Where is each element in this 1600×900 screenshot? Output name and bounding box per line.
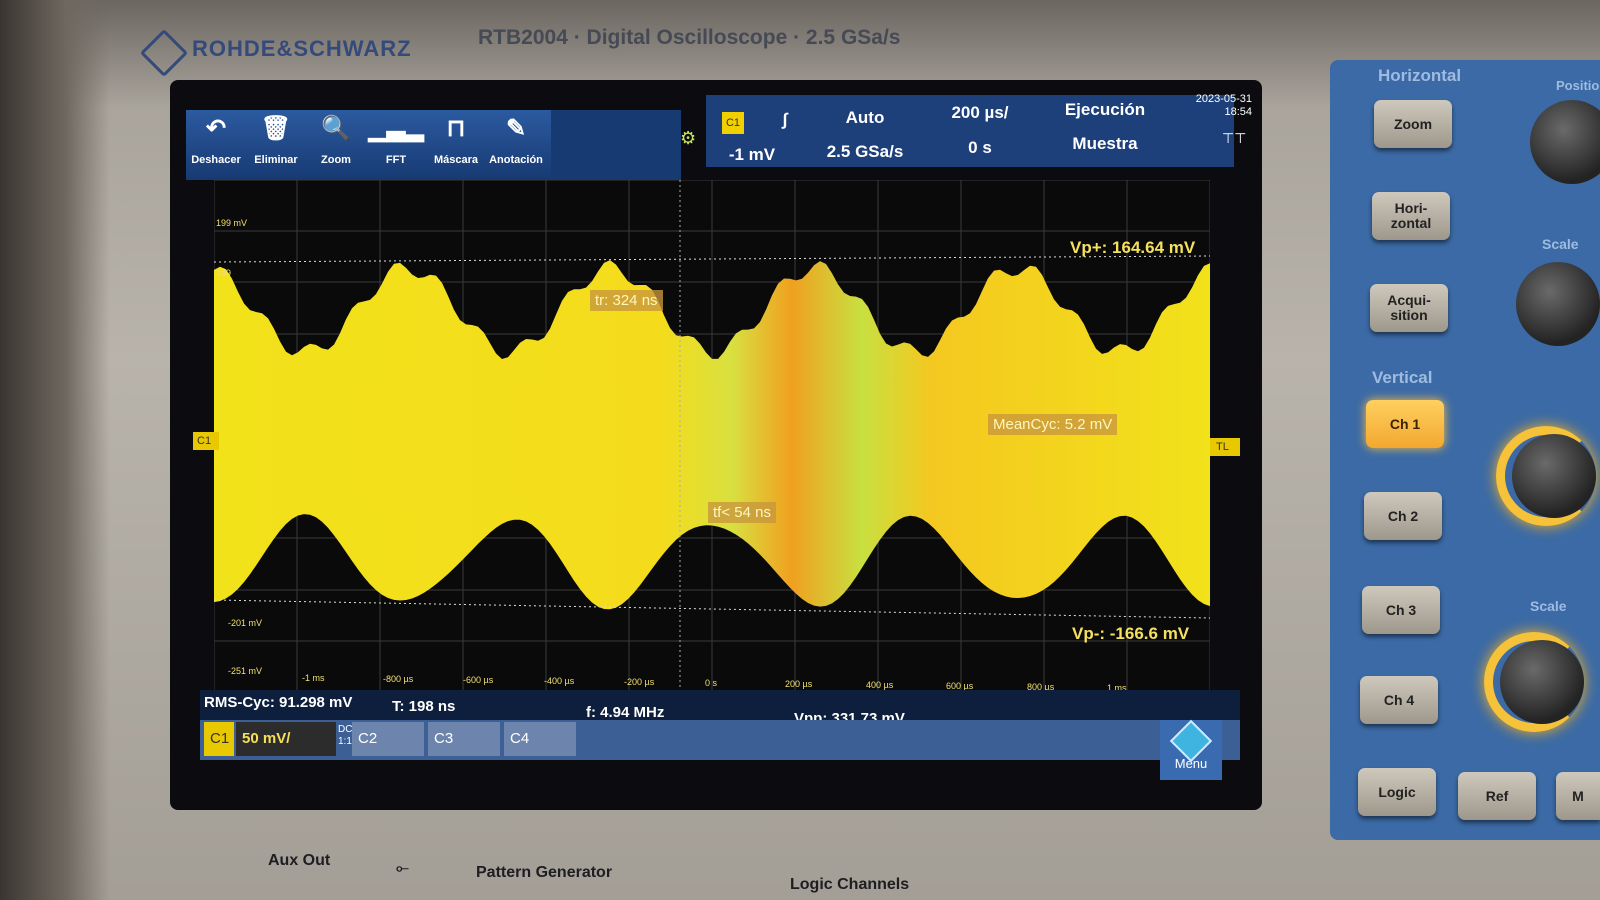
period-measurement[interactable]: T: 198 ns [392,698,455,715]
math-key[interactable]: M [1556,772,1600,820]
x-tick-label: -400 µs [544,676,575,686]
x-tick-label: -1 ms [302,673,325,683]
annotation-button[interactable]: ✎ Anotación [486,110,546,180]
model-title: RTB2004 · Digital Oscilloscope · 2.5 GSa… [478,26,901,49]
mean-readout: MeanCyc: 5.2 mV [988,414,1118,435]
position-title: Position [1556,78,1600,93]
delete-label: Eliminar [254,154,298,166]
channel-3-key[interactable]: Ch 3 [1362,586,1440,634]
menu-button[interactable]: Menu [1160,719,1222,780]
toolbar: ↶ Deshacer 🗑 Eliminar 🔍 Zoom ▁▃▂ FFT ⊓ M… [186,110,551,180]
pencil-icon: ✎ [505,115,527,142]
probe-ratio: 1:1 [338,736,352,747]
channel-1-tab[interactable]: C1 [204,722,234,756]
channel-1-coupling: DC 1:1 [338,724,352,748]
toolbar-spacer [551,110,681,180]
x-tick-label: 400 µs [866,680,894,690]
trash-icon: 🗑 [260,115,292,142]
trigger-slope-icon[interactable]: ∫ [770,110,800,130]
y-label-upper: 149 [216,268,232,278]
y-label-top: 199 mV [216,218,248,228]
delete-button[interactable]: 🗑 Eliminar [246,110,306,180]
channel-2-key[interactable]: Ch 2 [1364,492,1442,540]
run-state[interactable]: Ejecución [1045,100,1165,120]
acquisition-key[interactable]: Acqui- sition [1370,284,1448,332]
zoom-label: Zoom [321,154,351,166]
coupling-label: DC [338,724,353,735]
mask-icon: ⊓ [446,115,466,142]
channel-1-scale[interactable]: 50 mV/ [236,722,336,756]
trigger-mode[interactable]: Auto [810,108,920,128]
horizontal-scale-title: Scale [1542,236,1579,252]
horizontal-key[interactable]: Hori- zontal [1372,192,1450,240]
channel-offset-marker[interactable]: C1 [193,432,219,450]
channel-4-tab[interactable]: C4 [504,722,576,756]
waveform-svg [214,180,1210,692]
rms-measurement[interactable]: RMS-Cyc: 91.298 mV [204,694,352,711]
trigger-source-badge[interactable]: C1 [722,112,744,134]
background-shadow [0,0,110,900]
horizontal-title: Horizontal [1378,66,1462,85]
logic-key[interactable]: Logic [1358,768,1436,816]
trigger-level-marker[interactable]: TL [1210,438,1240,456]
channel-4-key[interactable]: Ch 4 [1360,676,1438,724]
usb-icon: ⟜ [396,860,409,877]
vertical-scale-knob[interactable] [1500,640,1584,724]
vp-plus-readout: Vp+: 164.64 mV [1070,238,1196,257]
vertical-scale-title: Scale [1530,598,1567,614]
y-label-lower: -201 mV [228,618,263,628]
mask-label: Máscara [433,154,479,166]
x-tick-label: 200 µs [785,679,813,689]
channel-2-tab[interactable]: C2 [352,722,424,756]
zoom-icon: 🔍 [321,115,351,142]
fft-button[interactable]: ▁▃▂ FFT [366,110,426,180]
undo-button[interactable]: ↶ Deshacer [186,110,246,180]
logic-channels-label: Logic Channels [790,876,910,893]
gear-icon[interactable]: ⚙ [680,128,696,149]
fft-label: FFT [385,154,407,166]
x-tick-label: 0 s [705,678,718,688]
x-tick-label: -600 µs [463,675,494,685]
datetime: 2023-05-31 18:54 [1192,93,1252,119]
horizontal-scale-knob[interactable] [1516,262,1600,346]
measurement-bar [200,690,1240,720]
zoom-button[interactable]: 🔍 Zoom [306,110,366,180]
waveform-display[interactable]: 199 mV 149 -201 mV -251 mV -1 ms -800 µs -… [214,180,1210,692]
timebase-scale[interactable]: 200 µs/ [925,103,1035,123]
pattern-generator-label: Pattern Generator [476,864,613,881]
trigger-level[interactable]: -1 mV [712,145,792,165]
rise-time-readout: tr: 324 ns [590,290,663,311]
channel-3-tab[interactable]: C3 [428,722,500,756]
sample-rate[interactable]: 2.5 GSa/s [810,142,920,162]
undo-icon: ↶ [205,115,227,142]
zoom-key[interactable]: Zoom [1374,100,1452,148]
y-label-bottom: -251 mV [228,666,263,676]
x-tick-label: -200 µs [624,677,655,687]
aux-out-label: Aux Out [268,852,331,869]
fft-icon: ▁▃▂ [368,115,424,142]
undo-label: Deshacer [191,154,241,166]
date: 2023-05-31 [1195,93,1252,105]
acquisition-mode[interactable]: Muestra [1045,134,1165,154]
frequency-measurement[interactable]: f: 4.94 MHz [586,704,664,721]
x-tick-label: -800 µs [383,674,414,684]
time-position[interactable]: 0 s [925,138,1035,158]
network-icon: ⊤⊤ [1222,130,1247,146]
brand-name: ROHDE&SCHWARZ [192,36,412,61]
annotation-label: Anotación [489,154,543,166]
ref-key[interactable]: Ref [1458,772,1536,820]
channel-1-key[interactable]: Ch 1 [1366,400,1444,448]
vertical-position-knob[interactable] [1512,434,1596,518]
vertical-title: Vertical [1372,368,1433,387]
mask-button[interactable]: ⊓ Máscara [426,110,486,180]
vp-minus-readout: Vp-: -166.6 mV [1072,624,1190,643]
fall-time-readout: tf< 54 ns [708,502,776,523]
time: 18:54 [1224,106,1252,118]
